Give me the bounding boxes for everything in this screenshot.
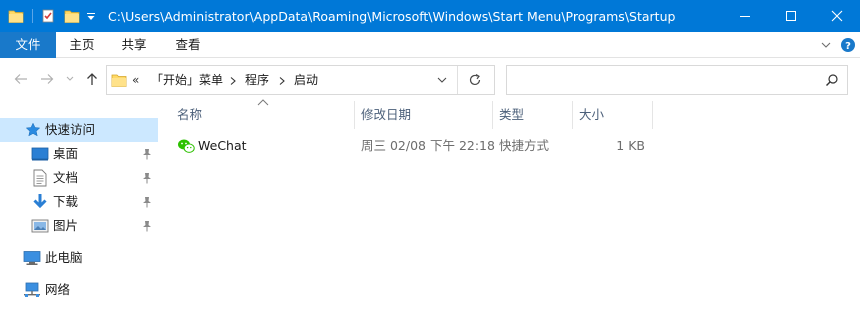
sidebar-item-downloads[interactable]: 下载	[0, 190, 158, 214]
column-divider[interactable]	[492, 101, 493, 129]
file-name: WeChat	[198, 138, 247, 153]
maximize-button[interactable]	[768, 0, 814, 32]
sidebar-item-label: 网络	[45, 282, 71, 297]
breadcrumb-startup[interactable]: 启动	[294, 66, 318, 94]
file-type: 快捷方式	[499, 138, 550, 153]
star-icon	[24, 121, 42, 139]
sidebar-item-label: 快速访问	[45, 122, 96, 137]
tab-home[interactable]: 主页	[56, 32, 108, 58]
sidebar-item-documents[interactable]: 文档	[0, 166, 158, 190]
address-history-chevron-icon[interactable]	[435, 74, 449, 86]
tab-file[interactable]: 文件	[0, 32, 56, 58]
folder-icon	[111, 72, 127, 88]
address-bar[interactable]: « 「开始」菜单 程序 启动	[106, 65, 495, 95]
wechat-icon	[177, 137, 195, 155]
search-box[interactable]	[506, 65, 848, 95]
column-divider[interactable]	[572, 101, 573, 129]
minimize-button[interactable]	[722, 0, 768, 32]
search-input[interactable]	[513, 70, 813, 90]
pin-icon[interactable]	[140, 147, 154, 161]
downloads-icon	[31, 193, 49, 211]
breadcrumb-separator	[230, 66, 236, 94]
sidebar-item-this-pc[interactable]: 此电脑	[0, 246, 158, 270]
breadcrumb-separator	[279, 66, 285, 94]
breadcrumb-programs[interactable]: 程序	[245, 66, 269, 94]
forward-button[interactable]	[36, 66, 58, 92]
new-folder-icon[interactable]	[62, 0, 82, 32]
sidebar-item-label: 文档	[53, 170, 79, 185]
pin-icon[interactable]	[140, 219, 154, 233]
network-icon	[23, 281, 41, 299]
svg-text:?: ?	[845, 41, 851, 52]
pictures-icon	[31, 217, 49, 235]
column-header-size[interactable]: 大小	[579, 100, 604, 130]
sidebar-item-desktop[interactable]: 桌面	[0, 142, 158, 166]
divider	[457, 66, 458, 94]
search-icon[interactable]	[825, 73, 839, 87]
sort-ascending-icon	[257, 99, 269, 106]
sidebar-item-label: 桌面	[53, 146, 79, 161]
folder-icon	[6, 0, 26, 32]
window-title: C:\Users\Administrator\AppData\Roaming\M…	[108, 9, 676, 24]
column-header-name[interactable]: 名称	[177, 100, 202, 130]
sidebar-item-network[interactable]: 网络	[0, 278, 158, 302]
table-row[interactable]: WeChat 周三 02/08 下午 22:18 快捷方式 1 KB	[170, 134, 660, 158]
up-button[interactable]	[82, 66, 102, 92]
breadcrumb-start-menu[interactable]: 「开始」菜单	[151, 66, 223, 94]
customize-toolbar-icon[interactable]	[84, 0, 98, 32]
properties-icon[interactable]	[38, 0, 58, 32]
sidebar-item-label: 此电脑	[45, 250, 83, 265]
sidebar-item-quick-access[interactable]: 快速访问	[0, 118, 158, 142]
computer-icon	[23, 249, 41, 267]
column-divider[interactable]	[652, 101, 653, 129]
breadcrumb-overflow[interactable]: «	[132, 66, 139, 94]
file-size: 1 KB	[616, 138, 645, 153]
separator	[30, 0, 34, 32]
pin-icon[interactable]	[140, 195, 154, 209]
documents-icon	[31, 169, 49, 187]
tab-share[interactable]: 共享	[108, 32, 160, 58]
close-button[interactable]	[814, 0, 860, 32]
refresh-icon[interactable]	[467, 72, 483, 88]
pin-icon[interactable]	[140, 171, 154, 185]
back-button[interactable]	[10, 66, 32, 92]
column-header-modified[interactable]: 修改日期	[361, 100, 411, 130]
title-bar: C:\Users\Administrator\AppData\Roaming\M…	[0, 0, 860, 32]
ribbon-tabs: 文件 主页 共享 查看 ?	[0, 32, 860, 58]
sidebar-item-label: 图片	[53, 218, 79, 233]
file-modified: 周三 02/08 下午 22:18	[361, 138, 495, 153]
help-icon[interactable]: ?	[838, 32, 858, 58]
sidebar-item-pictures[interactable]: 图片	[0, 214, 158, 238]
sidebar-item-label: 下载	[53, 194, 79, 209]
desktop-icon	[31, 145, 49, 163]
column-divider[interactable]	[354, 101, 355, 129]
recent-locations-button[interactable]	[62, 66, 78, 92]
column-header-type[interactable]: 类型	[499, 100, 524, 130]
expand-ribbon-icon[interactable]	[816, 32, 836, 58]
tab-view[interactable]: 查看	[160, 32, 216, 58]
